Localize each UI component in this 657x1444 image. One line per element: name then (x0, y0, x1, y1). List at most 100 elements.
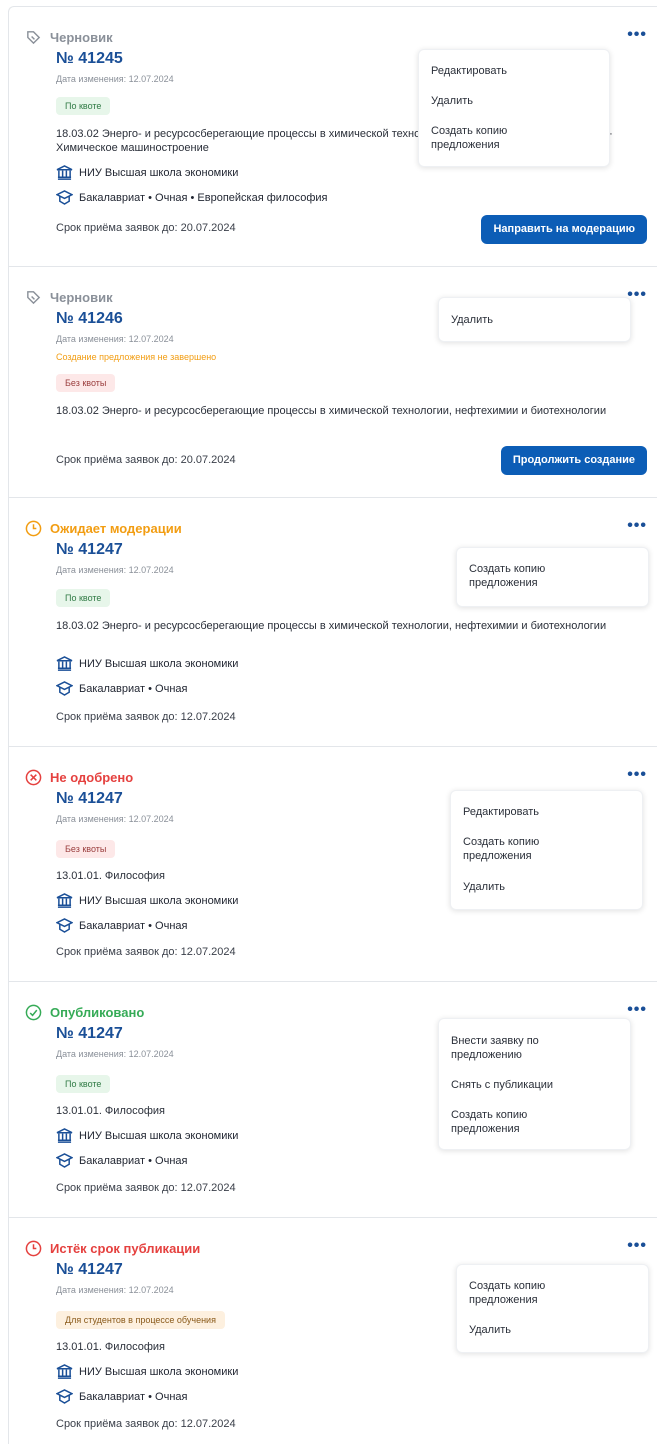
status-label: Ожидает модерации (50, 521, 182, 536)
status-label: Истёк срок публикации (50, 1241, 201, 1256)
university-row: НИУ Высшая школа экономики (56, 893, 238, 908)
modified-date: Дата изменения: 12.07.2024 (56, 1285, 174, 1295)
quota-badge: По квоте (56, 97, 111, 115)
university-name: НИУ Высшая школа экономики (79, 894, 239, 907)
status-label: Не одобрено (50, 770, 134, 785)
graduation-cap-icon (56, 190, 73, 205)
education-details: Бакалавриат • Очная (79, 682, 188, 695)
education-row: Бакалавриат • Очная (56, 1389, 187, 1404)
status-expired: Истёк срок публикации (25, 1240, 200, 1257)
status-label: Черновик (50, 30, 113, 45)
actions-menu: Внести заявку по предложению Снять с пуб… (438, 1018, 631, 1150)
education-row: Бакалавриат • Очная • Европейская филосо… (56, 190, 328, 205)
more-horizontal-icon[interactable]: ••• (627, 1002, 647, 1018)
continue-creation-button[interactable]: Продолжить создание (500, 446, 647, 475)
actions-menu: Создать копию предложения (456, 547, 649, 607)
offer-number: № 41247 (56, 541, 123, 558)
education-details: Бакалавриат • Очная • Европейская филосо… (79, 191, 328, 204)
offer-card: Не одобрено № 41247 Дата изменения: 12.0… (8, 746, 657, 982)
menu-item-delete[interactable]: Удалить (451, 313, 493, 327)
more-horizontal-icon[interactable]: ••• (627, 518, 647, 534)
deadline: Срок приёма заявок до: 12.07.2024 (56, 946, 236, 958)
status-draft: Черновик (25, 29, 113, 46)
status-label: Черновик (50, 290, 113, 305)
offer-number: № 41247 (56, 1261, 123, 1278)
deadline: Срок приёма заявок до: 12.07.2024 (56, 1418, 236, 1430)
offer-card: Истёк срок публикации № 41247 Дата измен… (8, 1217, 657, 1443)
x-circle-icon (25, 769, 42, 786)
pencil-tag-icon (27, 291, 41, 305)
specialty-text: 18.03.02 Энерго- и ресурсосберегающие пр… (56, 620, 607, 632)
quota-badge: По квоте (56, 1075, 111, 1093)
more-horizontal-icon[interactable]: ••• (627, 1238, 647, 1254)
deadline: Срок приёма заявок до: 12.07.2024 (56, 1182, 236, 1194)
status-label: Опубликовано (50, 1005, 145, 1020)
offer-card: Опубликовано № 41247 Дата изменения: 12.… (8, 981, 657, 1218)
menu-item-unpublish[interactable]: Снять с публикации (451, 1078, 553, 1092)
graduation-cap-icon (56, 1153, 73, 1168)
offer-number: № 41247 (56, 1025, 123, 1042)
education-details: Бакалавриат • Очная (79, 1154, 188, 1167)
quota-badge: Без квоты (56, 374, 116, 392)
deadline: Срок приёма заявок до: 12.07.2024 (56, 711, 236, 723)
status-draft: Черновик (25, 289, 113, 306)
more-horizontal-icon[interactable]: ••• (627, 287, 647, 303)
offer-card: Черновик № 41245 Дата изменения: 12.07.2… (8, 6, 657, 267)
modified-date: Дата изменения: 12.07.2024 (56, 565, 174, 575)
building-icon (56, 165, 73, 180)
more-horizontal-icon[interactable]: ••• (627, 767, 647, 783)
building-icon (56, 656, 73, 671)
status-waiting: Ожидает модерации (25, 520, 182, 537)
specialty-text: 18.03.02 Энерго- и ресурсосберегающие пр… (56, 405, 607, 417)
education-row: Бакалавриат • Очная (56, 1153, 187, 1168)
menu-item-delete[interactable]: Удалить (469, 1323, 511, 1337)
modified-date: Дата изменения: 12.07.2024 (56, 334, 174, 344)
offer-card: Черновик № 41246 Дата изменения: 12.07.2… (8, 266, 657, 498)
incomplete-warning: Создание предложения не завершено (56, 352, 217, 362)
building-icon (56, 893, 73, 908)
menu-item-copy[interactable]: Создать копию предложения (463, 835, 583, 863)
check-circle-icon (25, 1004, 42, 1021)
menu-item-delete[interactable]: Удалить (463, 880, 505, 894)
university-name: НИУ Высшая школа экономики (79, 166, 239, 179)
clock-icon (25, 1240, 42, 1257)
offer-card: Ожидает модерации № 41247 Дата изменения… (8, 497, 657, 747)
offer-number: № 41245 (56, 50, 123, 67)
university-row: НИУ Высшая школа экономики (56, 165, 238, 180)
university-row: НИУ Высшая школа экономики (56, 656, 238, 671)
menu-item-edit[interactable]: Редактировать (431, 64, 507, 78)
menu-item-copy[interactable]: Создать копию предложения (469, 1279, 589, 1307)
deadline: Срок приёма заявок до: 20.07.2024 (56, 454, 236, 466)
menu-item-copy[interactable]: Создать копию предложения (451, 1108, 571, 1136)
education-details: Бакалавриат • Очная (79, 919, 188, 932)
status-published: Опубликовано (25, 1004, 144, 1021)
modified-date: Дата изменения: 12.07.2024 (56, 1049, 174, 1059)
university-name: НИУ Высшая школа экономики (79, 1365, 239, 1378)
building-icon (56, 1364, 73, 1379)
offer-number: № 41247 (56, 790, 123, 807)
graduation-cap-icon (56, 681, 73, 696)
modified-date: Дата изменения: 12.07.2024 (56, 74, 174, 84)
clock-icon (25, 520, 42, 537)
menu-item-apply[interactable]: Внести заявку по предложению (451, 1034, 571, 1062)
actions-menu: Редактировать Создать копию предложения … (450, 790, 643, 910)
menu-item-copy[interactable]: Создать копию предложения (469, 562, 589, 590)
audience-badge: Для студентов в процессе обучения (56, 1311, 225, 1329)
offer-number: № 41246 (56, 310, 123, 327)
graduation-cap-icon (56, 918, 73, 933)
menu-item-edit[interactable]: Редактировать (463, 805, 539, 819)
menu-item-delete[interactable]: Удалить (431, 94, 473, 108)
education-row: Бакалавриат • Очная (56, 681, 187, 696)
building-icon (56, 1128, 73, 1143)
quota-badge: По квоте (56, 589, 111, 607)
more-horizontal-icon[interactable]: ••• (627, 27, 647, 43)
send-to-moderation-button[interactable]: Направить на модерацию (481, 215, 647, 244)
actions-menu: Редактировать Удалить Создать копию пред… (418, 49, 610, 167)
university-row: НИУ Высшая школа экономики (56, 1128, 238, 1143)
menu-item-copy[interactable]: Создать копию предложения (431, 124, 551, 152)
status-rejected: Не одобрено (25, 769, 133, 786)
university-name: НИУ Высшая школа экономики (79, 657, 239, 670)
actions-menu: Удалить (438, 297, 631, 342)
deadline: Срок приёма заявок до: 20.07.2024 (56, 222, 236, 234)
quota-badge: Без квоты (56, 840, 116, 858)
